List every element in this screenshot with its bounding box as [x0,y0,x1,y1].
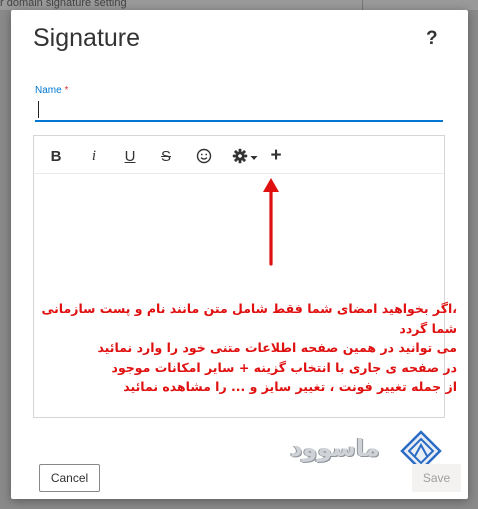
italic-button[interactable]: i [86,146,102,166]
formatting-toolbar: B i U S + [34,136,444,174]
annotation-line: از جمله تغییر فونت ، تغییر سایز و ... را… [123,379,457,394]
help-button[interactable]: ? [426,28,438,50]
smiley-icon [196,148,212,164]
underline-button[interactable]: U [122,146,138,166]
save-button[interactable]: Save [412,464,461,492]
name-label-text: Name [35,85,62,96]
strikethrough-button[interactable]: S [158,146,174,166]
annotation-line: در صفحه ی جاری با انتخاب گزینه + سایر ام… [111,359,457,375]
watermark-text: ماسوود [290,434,380,462]
background-divider [362,0,363,10]
signature-dialog: Signature ? Name * B i U S + ،اگر بخواهی… [11,10,468,499]
chevron-down-icon [250,156,258,160]
cancel-button[interactable]: Cancel [39,464,100,492]
more-options-button[interactable] [230,146,260,166]
background-page-title: r domain signature setting [0,0,127,9]
insert-plus-button[interactable]: + [267,145,285,166]
gear-icon [232,148,248,164]
annotation-text: ،اگر بخواهید امضای شما فقط شامل متن مانن… [41,299,457,397]
background-page-header: r domain signature setting [0,0,478,10]
name-input[interactable] [35,100,443,122]
annotation-line: ،اگر بخواهید امضای شما فقط شامل متن مانن… [41,301,457,336]
annotation-arrow-icon [263,178,279,266]
emoji-button[interactable] [195,146,213,166]
annotation-line: می توانید در همین صفحه اطلاعات متنی خود … [97,340,457,355]
name-field-label: Name * [35,85,68,96]
text-cursor [38,101,39,118]
dialog-title: Signature [33,24,141,52]
required-mark: * [64,85,69,96]
bold-button[interactable]: B [48,146,64,166]
